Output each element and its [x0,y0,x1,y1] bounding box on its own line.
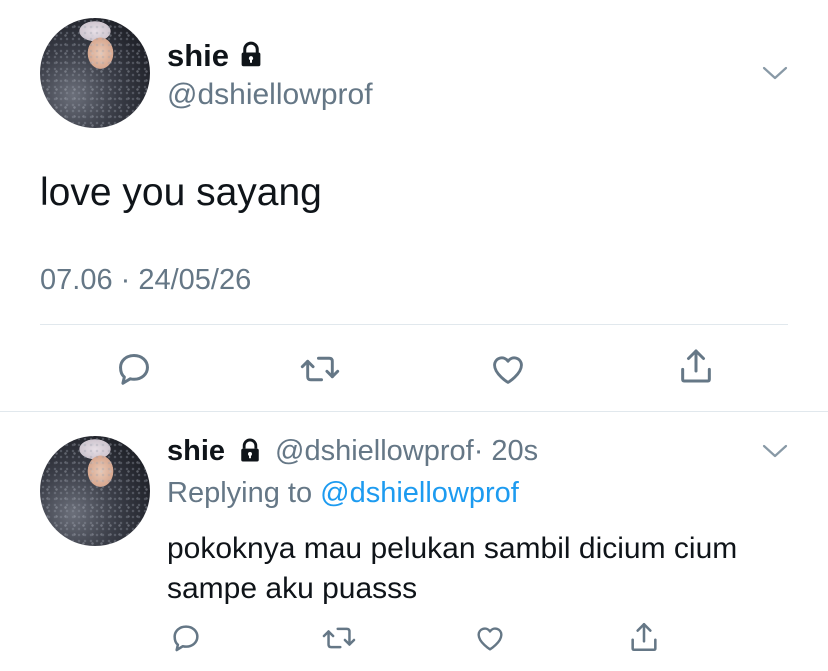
retweet-icon[interactable] [322,622,356,654]
reply-text-line: sampe aku puasss [167,572,418,605]
share-icon[interactable] [676,346,716,386]
user-handle[interactable]: @dshiellowprof [167,78,373,112]
user-handle[interactable]: @dshiellowprof [275,435,474,467]
time-ago: · 20s [473,435,539,467]
avatar[interactable] [40,18,150,128]
display-name[interactable]: shie [167,434,225,468]
replying-to-handle-link[interactable]: @dshiellowprof [320,477,519,509]
avatar[interactable] [40,436,150,546]
lock-icon [236,40,266,70]
chevron-down-icon[interactable] [762,64,788,82]
replying-to: Replying to @dshiellowprof [167,476,519,510]
tweet-text: love you sayang [40,171,322,214]
heart-icon[interactable] [473,622,507,654]
share-icon[interactable] [627,620,661,654]
tweet-timestamp[interactable]: 07.06 · 24/05/26 [40,263,251,297]
heart-icon[interactable] [488,350,528,388]
lock-icon [236,437,264,465]
reply-icon[interactable] [170,622,202,654]
reply-text: pokoknya mau pelukan sambil dicium cium … [167,529,737,609]
reply-icon[interactable] [115,350,153,388]
retweet-icon[interactable] [300,350,340,388]
replying-to-label: Replying to [167,477,313,509]
reply-text-line: pokoknya mau pelukan sambil dicium cium [167,532,738,565]
reply-meta[interactable]: @dshiellowprof· 20s [275,434,538,468]
divider [40,324,788,325]
section-divider [0,411,828,412]
chevron-down-icon[interactable] [762,442,788,460]
display-name[interactable]: shie [167,38,229,74]
